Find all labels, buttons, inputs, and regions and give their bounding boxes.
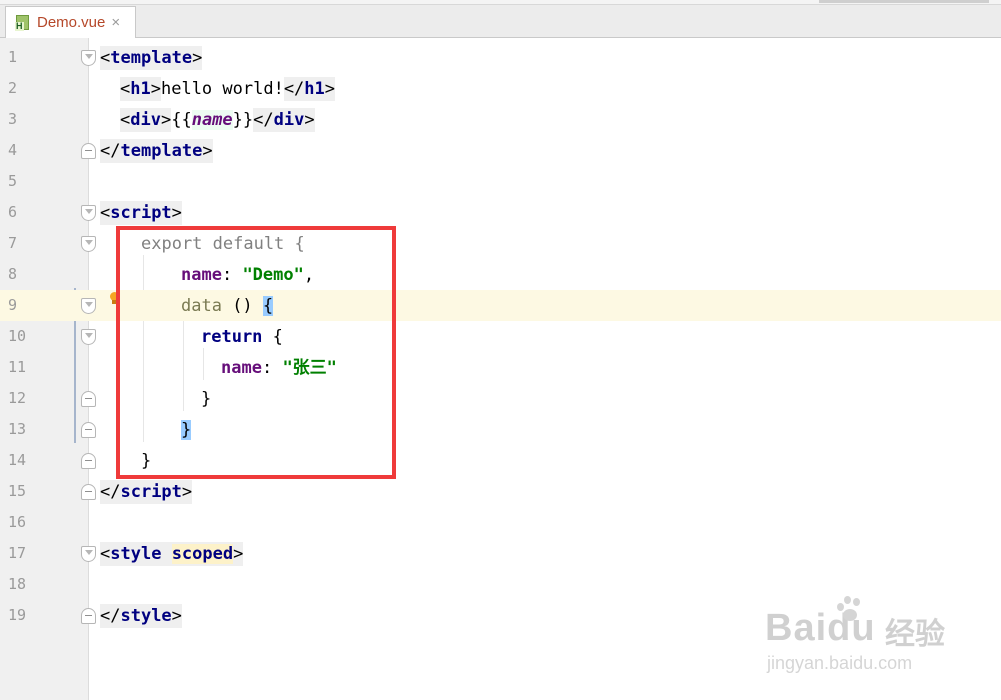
code-line-16[interactable]: 16	[0, 507, 1001, 538]
fold-marker-icon[interactable]	[81, 608, 96, 624]
line-number: 6	[8, 203, 18, 221]
line-number: 9	[8, 296, 18, 314]
code-line-2[interactable]: 2 <h1>hello world!</h1>	[0, 73, 1001, 104]
line-number: 17	[8, 544, 27, 562]
fold-marker-icon[interactable]	[81, 236, 96, 252]
line-number: 3	[8, 110, 18, 128]
code-line-15[interactable]: 15 </script>	[0, 476, 1001, 507]
tab-bar-scrollbar[interactable]	[819, 0, 989, 3]
fold-marker-icon[interactable]	[81, 484, 96, 500]
fold-marker-icon[interactable]	[81, 143, 96, 159]
editor-tab-bar: H Demo.vue ×	[0, 0, 1001, 38]
tab-demo-vue[interactable]: H Demo.vue ×	[5, 6, 136, 38]
line-number: 1	[8, 48, 18, 66]
code-line-1[interactable]: 1 <template>	[0, 42, 1001, 73]
line-number: 5	[8, 172, 18, 190]
line-number: 10	[8, 327, 27, 345]
line-number: 19	[8, 606, 27, 624]
fold-marker-icon[interactable]	[81, 546, 96, 562]
line-number: 16	[8, 513, 27, 531]
line-number: 11	[8, 358, 27, 376]
baidu-watermark: Baidu 经验 jingyan.baidu.com	[765, 595, 975, 685]
tab-label: Demo.vue	[37, 14, 106, 31]
line-number: 14	[8, 451, 27, 469]
fold-marker-icon[interactable]	[81, 391, 96, 407]
code-line-5[interactable]: 5	[0, 166, 1001, 197]
paw-icon	[835, 595, 865, 623]
fold-marker-icon[interactable]	[81, 205, 96, 221]
fold-marker-icon[interactable]	[81, 50, 96, 66]
code-line-3[interactable]: 3 <div>{{name}}</div>	[0, 104, 1001, 135]
line-number: 15	[8, 482, 27, 500]
annotation-highlight-box	[116, 226, 396, 479]
fold-marker-icon[interactable]	[81, 298, 96, 314]
line-number: 18	[8, 575, 27, 593]
line-number: 4	[8, 141, 18, 159]
code-line-4[interactable]: 4 </template>	[0, 135, 1001, 166]
code-line-17[interactable]: 17 <style scoped>	[0, 538, 1001, 569]
file-vue-icon: H	[14, 14, 32, 32]
line-number: 8	[8, 265, 18, 283]
code-line-6[interactable]: 6 <script>	[0, 197, 1001, 228]
line-number: 13	[8, 420, 27, 438]
close-icon[interactable]: ×	[111, 14, 120, 31]
line-number: 2	[8, 79, 18, 97]
fold-marker-icon[interactable]	[81, 422, 96, 438]
line-number: 7	[8, 234, 18, 252]
fold-marker-icon[interactable]	[81, 329, 96, 345]
line-number: 12	[8, 389, 27, 407]
fold-marker-icon[interactable]	[81, 453, 96, 469]
